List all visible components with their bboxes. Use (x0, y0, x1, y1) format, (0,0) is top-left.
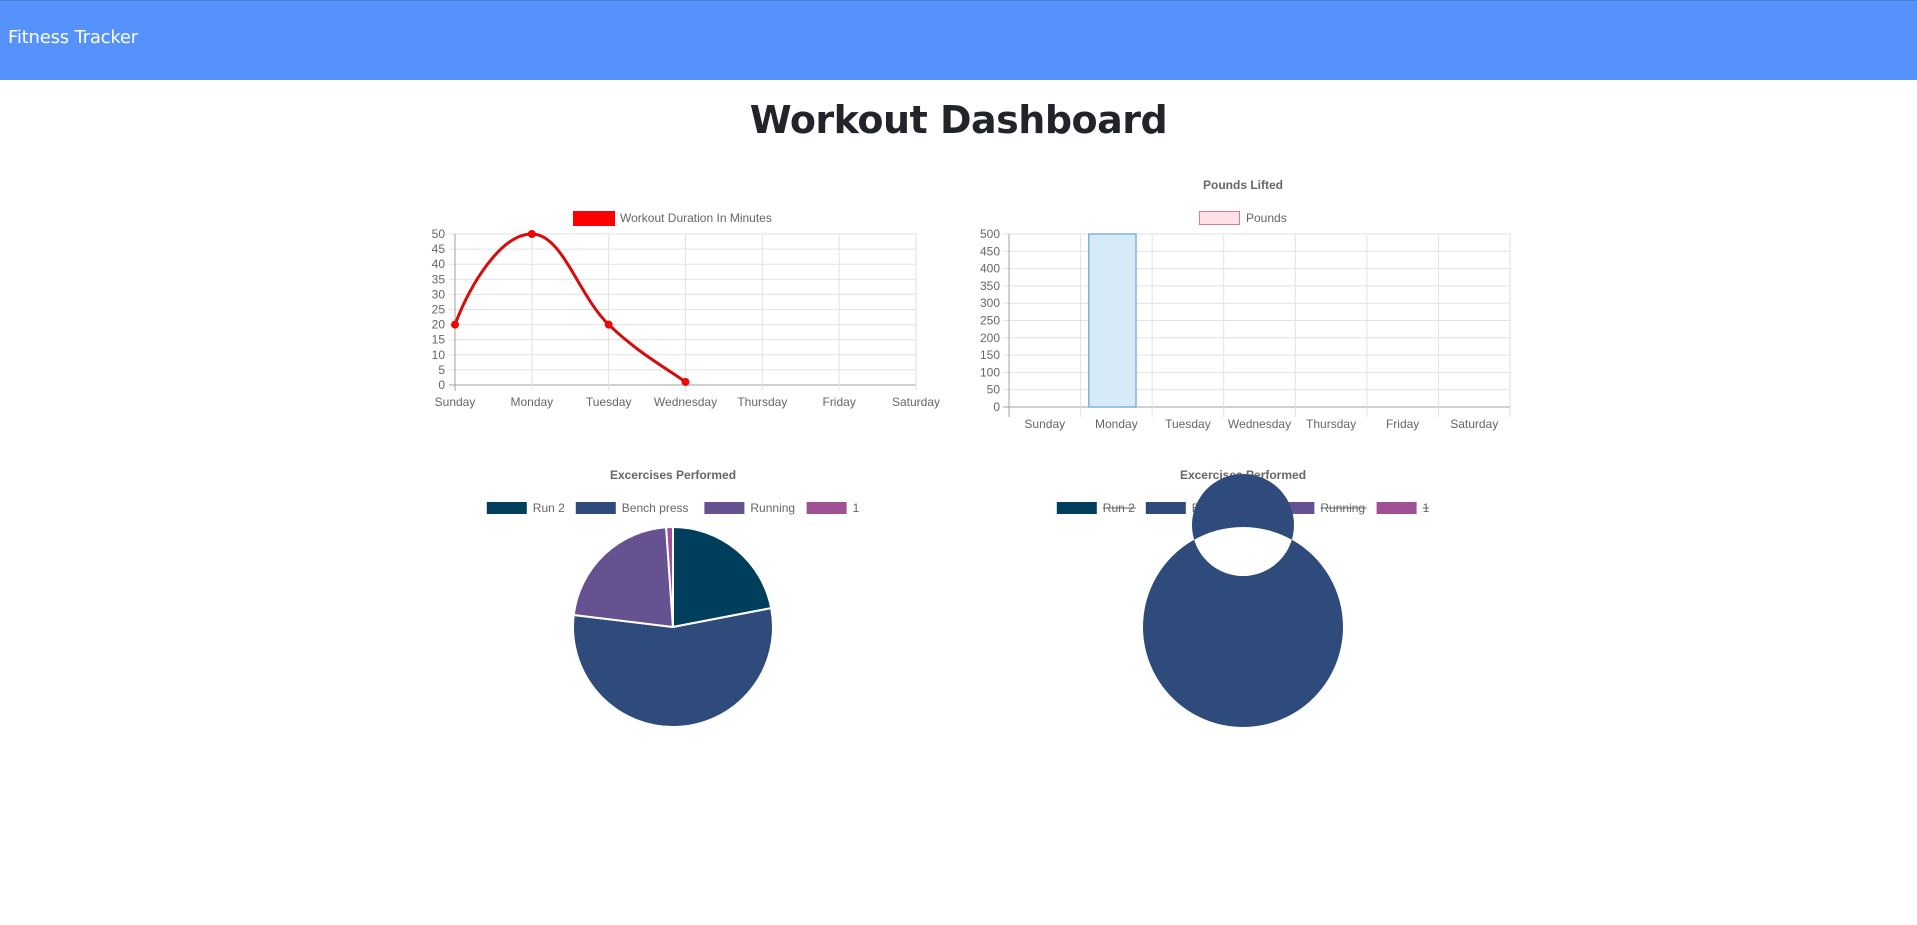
exercises-doughnut-chart: Excercises PerformedRun 2Bench pressRunn… (1056, 468, 1430, 727)
legend-swatch (1145, 502, 1186, 514)
legend-swatch (1376, 502, 1417, 514)
legend-item-run-2[interactable]: Run 2 (1056, 501, 1136, 515)
legend-item-1[interactable]: 1 (1376, 501, 1430, 515)
legend-swatch (1056, 502, 1097, 514)
